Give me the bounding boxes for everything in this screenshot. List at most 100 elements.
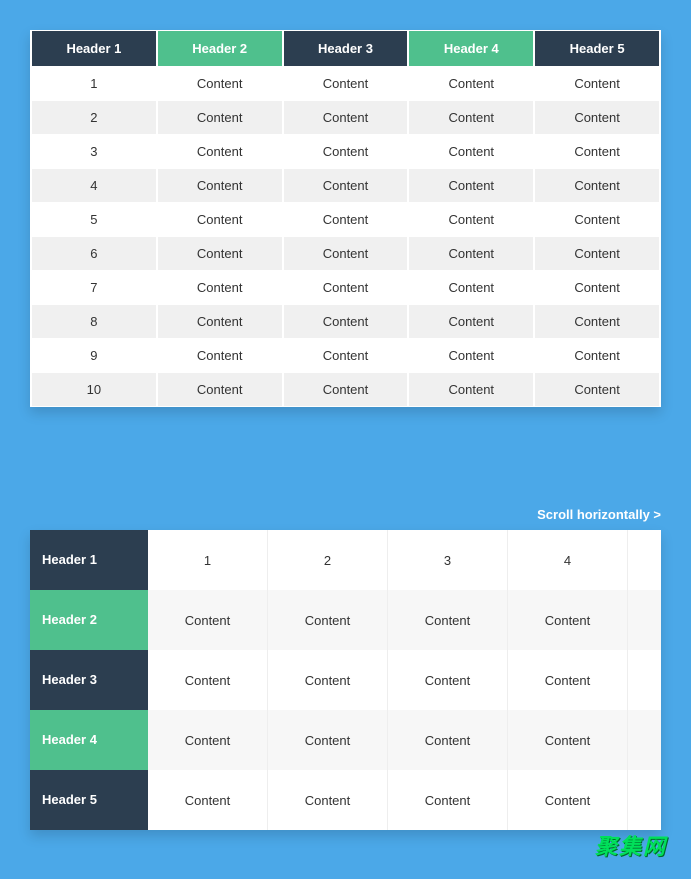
table-row: 1ContentContentContentContent — [32, 67, 659, 100]
table2-cell: 1 — [148, 530, 268, 590]
table-row: 7ContentContentContentContent — [32, 271, 659, 304]
table2-cell: 4 — [508, 530, 628, 590]
table-cell: Content — [284, 101, 408, 134]
table-cell: 5 — [32, 203, 156, 236]
table-cell: Content — [409, 373, 533, 406]
responsive-table-2: Header 1Header 2Header 3Header 4Header 5… — [30, 530, 661, 830]
table2-cell: Content — [508, 710, 628, 770]
table2-cell: Content — [508, 770, 628, 830]
table2-cell: Content — [268, 710, 388, 770]
table2-cell: Content — [508, 650, 628, 710]
table2-cell-offscreen — [628, 710, 661, 770]
table-cell: Content — [535, 339, 659, 372]
table-cell: 7 — [32, 271, 156, 304]
table-cell: Content — [284, 271, 408, 304]
table-row: 2ContentContentContentContent — [32, 101, 659, 134]
table2-data-row: 1234 — [148, 530, 661, 590]
table-cell: Content — [535, 101, 659, 134]
table-cell: Content — [409, 339, 533, 372]
table-cell: Content — [409, 135, 533, 168]
table-cell: Content — [284, 169, 408, 202]
table-cell: Content — [284, 203, 408, 236]
table2-cell-offscreen — [628, 530, 661, 590]
table-cell: Content — [535, 203, 659, 236]
table2-row-header[interactable]: Header 4 — [30, 710, 148, 770]
table2-cell: Content — [388, 590, 508, 650]
table2-cell: Content — [388, 650, 508, 710]
table-cell: Content — [284, 373, 408, 406]
table1-header-row: Header 1 Header 2 Header 3 Header 4 Head… — [32, 31, 659, 66]
table-cell: Content — [409, 67, 533, 100]
table2-cell: Content — [388, 770, 508, 830]
table2-data-row: ContentContentContentContent — [148, 710, 661, 770]
table2-row-header[interactable]: Header 5 — [30, 770, 148, 830]
table2-cell: Content — [268, 650, 388, 710]
table-cell: Content — [284, 237, 408, 270]
table-cell: Content — [158, 101, 282, 134]
table1-header-1[interactable]: Header 1 — [32, 31, 156, 66]
table-cell: 6 — [32, 237, 156, 270]
table-cell: Content — [284, 339, 408, 372]
table2-cell: 3 — [388, 530, 508, 590]
table2-cell: Content — [268, 590, 388, 650]
table-cell: 10 — [32, 373, 156, 406]
table-cell: Content — [409, 271, 533, 304]
table2-data-row: ContentContentContentContent — [148, 770, 661, 830]
table-cell: Content — [158, 135, 282, 168]
table2-cell-offscreen — [628, 590, 661, 650]
table2-data-row: ContentContentContentContent — [148, 590, 661, 650]
table-cell: Content — [409, 305, 533, 338]
table-cell: Content — [158, 237, 282, 270]
watermark-text: 聚集网 — [595, 829, 667, 861]
table2-fixed-column: Header 1Header 2Header 3Header 4Header 5 — [30, 530, 148, 830]
table2-cell: Content — [148, 710, 268, 770]
table-cell: 8 — [32, 305, 156, 338]
table2-data-row: ContentContentContentContent — [148, 650, 661, 710]
responsive-table-1: Header 1 Header 2 Header 3 Header 4 Head… — [30, 30, 661, 407]
data-table-1: Header 1 Header 2 Header 3 Header 4 Head… — [30, 30, 661, 407]
table2-cell-offscreen — [628, 770, 661, 830]
table2-cell: Content — [148, 590, 268, 650]
table-cell: Content — [284, 305, 408, 338]
table2-cell: Content — [508, 590, 628, 650]
table2-row-header[interactable]: Header 3 — [30, 650, 148, 710]
table-cell: Content — [535, 237, 659, 270]
table1-header-4[interactable]: Header 4 — [409, 31, 533, 66]
table1-header-5[interactable]: Header 5 — [535, 31, 659, 66]
table-row: 8ContentContentContentContent — [32, 305, 659, 338]
table-cell: Content — [409, 237, 533, 270]
table-cell: Content — [409, 203, 533, 236]
table-cell: Content — [409, 169, 533, 202]
table2-row-header[interactable]: Header 1 — [30, 530, 148, 590]
table-cell: Content — [158, 203, 282, 236]
table-cell: 2 — [32, 101, 156, 134]
table-cell: Content — [535, 271, 659, 304]
table1-header-3[interactable]: Header 3 — [284, 31, 408, 66]
table-cell: Content — [158, 373, 282, 406]
table1-header-2[interactable]: Header 2 — [158, 31, 282, 66]
scroll-hint-label: Scroll horizontally > — [30, 507, 661, 522]
table-row: 4ContentContentContentContent — [32, 169, 659, 202]
table-cell: Content — [535, 135, 659, 168]
table2-cell: Content — [268, 770, 388, 830]
table-cell: Content — [284, 67, 408, 100]
table2-cell: 2 — [268, 530, 388, 590]
table-cell: Content — [535, 373, 659, 406]
table-row: 9ContentContentContentContent — [32, 339, 659, 372]
table2-cell: Content — [388, 710, 508, 770]
table-cell: Content — [158, 339, 282, 372]
table2-scroll-area[interactable]: 1234ContentContentContentContentContentC… — [148, 530, 661, 830]
table-row: 5ContentContentContentContent — [32, 203, 659, 236]
table-cell: Content — [535, 305, 659, 338]
table-cell: Content — [158, 271, 282, 304]
table-cell: Content — [284, 135, 408, 168]
table-cell: Content — [535, 169, 659, 202]
table-row: 10ContentContentContentContent — [32, 373, 659, 406]
table2-cell: Content — [148, 770, 268, 830]
table-cell: 9 — [32, 339, 156, 372]
table-row: 6ContentContentContentContent — [32, 237, 659, 270]
table-cell: Content — [409, 101, 533, 134]
table2-row-header[interactable]: Header 2 — [30, 590, 148, 650]
table-cell: Content — [158, 305, 282, 338]
table-cell: 1 — [32, 67, 156, 100]
